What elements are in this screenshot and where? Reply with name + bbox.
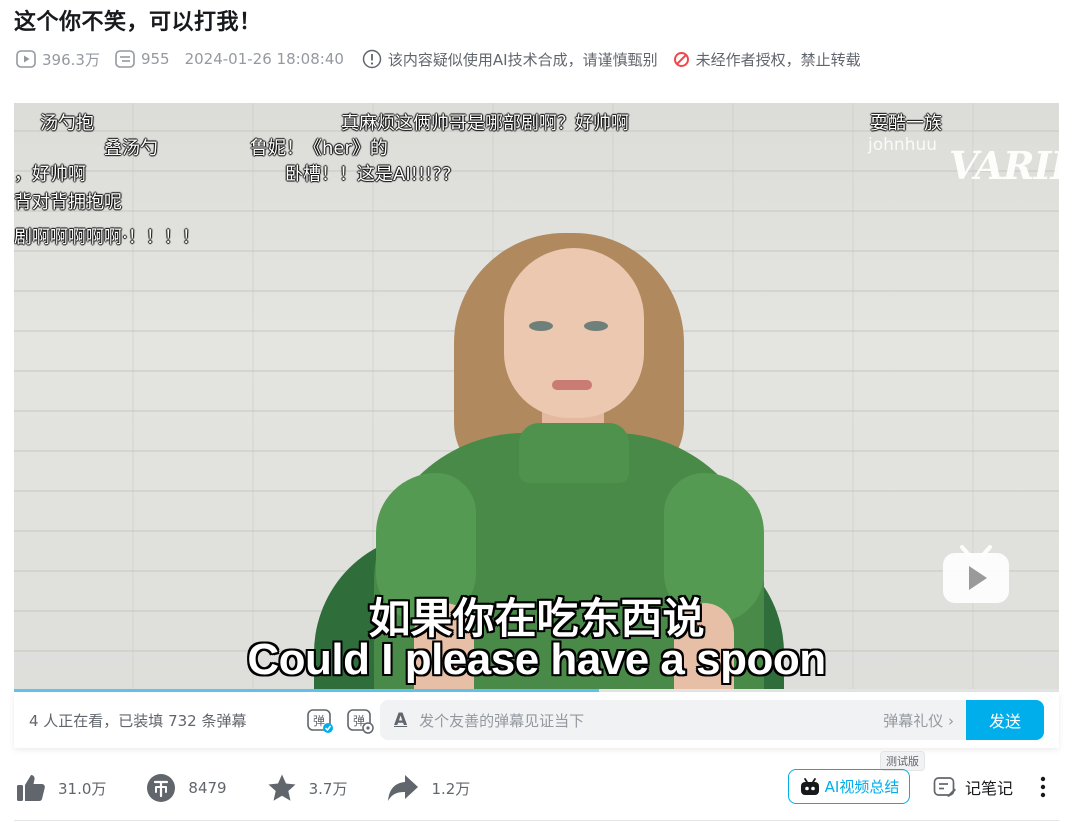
danmaku-count-icon — [115, 50, 135, 68]
ai-robot-icon — [800, 777, 819, 795]
share-button[interactable]: 1.2万 — [387, 774, 470, 802]
danmaku-item: 叠汤勺 — [104, 138, 158, 159]
favorite-button[interactable]: 3.7万 — [267, 773, 348, 803]
video-frame-face — [504, 248, 644, 418]
video-title: 这个你不笑，可以打我！ — [14, 10, 262, 35]
video-frame-eye — [584, 321, 608, 331]
more-options-button[interactable] — [1040, 776, 1046, 798]
coin-button[interactable]: 8479 — [146, 773, 227, 803]
danmaku-item: 卧槽！！这是AI!!!?? — [285, 164, 452, 185]
publish-time: 2024-01-26 18:08:40 — [184, 50, 344, 68]
viewer-count-text: 4 人正在看，已装填 732 条弹幕 — [29, 711, 247, 730]
like-count: 31.0万 — [58, 779, 107, 798]
danmaku-stat: 955 — [115, 50, 170, 68]
video-frame-collar — [519, 423, 629, 483]
danmaku-item: 真麻烦这俩帅哥是哪部剧啊？好帅啊 — [341, 113, 629, 134]
notes-label: 记笔记 — [965, 779, 1014, 798]
danmaku-etiquette-link[interactable]: 弹幕礼仪 › — [883, 710, 954, 731]
copyright-notice-text: 未经作者授权，禁止转载 — [695, 50, 861, 69]
take-notes-button[interactable]: 记笔记 — [933, 775, 1013, 799]
thumbs-up-icon — [17, 775, 45, 801]
section-divider — [14, 820, 1059, 821]
coin-icon — [147, 774, 176, 802]
subtitle-english: Could I please have a spoon — [247, 635, 826, 684]
send-danmaku-button[interactable]: 发送 — [966, 700, 1044, 740]
favorite-count: 3.7万 — [308, 779, 348, 798]
info-icon — [362, 49, 382, 69]
play-count-icon — [16, 50, 36, 68]
danmaku-on-icon: 弹 — [307, 709, 333, 733]
danmaku-settings-icon: 弹 — [347, 709, 374, 734]
like-button[interactable]: 31.0万 — [16, 773, 106, 803]
ai-summary-label: AI视频总结 — [824, 778, 900, 796]
copyright-notice: 未经作者授权，禁止转载 — [673, 49, 861, 70]
views-count: 396.3万 — [42, 50, 100, 69]
forbidden-icon — [673, 51, 689, 67]
beta-badge: 测试版 — [880, 751, 925, 771]
notes-icon — [933, 777, 956, 797]
uploader-watermark: johnhuu — [868, 135, 937, 155]
danmaku-item: 汤勺抱 — [40, 113, 94, 134]
danmaku-style-icon[interactable]: A — [394, 710, 407, 730]
danmaku-input[interactable]: A 发个友善的弹幕见证当下 弹幕礼仪 › — [380, 700, 966, 740]
video-toolbar: 31.0万 8479 3.7万 1.2万 — [16, 768, 510, 808]
danmaku-item: 背对背拥抱呢 — [14, 192, 122, 213]
video-player[interactable]: 汤勺抱 真麻烦这俩帅哥是哪部剧啊？好帅啊 耍酷一族 叠汤勺 鲁妮！《her》的 … — [14, 103, 1059, 690]
svg-text:弹: 弹 — [313, 714, 325, 728]
danmaku-toggle-button[interactable]: 弹 — [305, 705, 335, 735]
danmaku-count: 955 — [140, 50, 170, 68]
danmaku-item: ，好帅啊 — [14, 164, 86, 185]
channel-logo-watermark: VARIE — [949, 143, 1059, 188]
star-icon — [268, 774, 296, 801]
views-stat: 396.3万 — [16, 49, 100, 70]
danmaku-item: 耍酷一族 — [870, 113, 942, 134]
ai-content-notice-text: 该内容疑似使用AI技术合成，请谨慎甄别 — [387, 50, 658, 69]
video-frame-eye — [529, 321, 553, 331]
more-dots-icon — [1040, 776, 1046, 798]
danmaku-input-placeholder: 发个友善的弹幕见证当下 — [419, 711, 585, 730]
danmaku-settings-button[interactable]: 弹 — [345, 705, 375, 735]
video-meta-row: 396.3万 955 2024-01-26 18:08:40 该内容疑似使用AI… — [16, 47, 876, 71]
video-frame-lips — [552, 380, 592, 390]
danmaku-item: 剧啊啊啊啊啊·！！！！ — [14, 227, 200, 248]
coin-count: 8479 — [188, 779, 227, 797]
ai-summary-button[interactable]: AI视频总结 — [788, 769, 910, 804]
danmaku-send-bar: 4 人正在看，已装填 732 条弹幕 弹 弹 A 发个友善的弹幕见证当下 弹幕礼… — [14, 692, 1059, 748]
ai-content-notice: 该内容疑似使用AI技术合成，请谨慎甄别 — [362, 49, 658, 70]
share-arrow-icon — [388, 775, 419, 801]
danmaku-item: 鲁妮！《her》的 — [250, 138, 388, 159]
share-count: 1.2万 — [431, 779, 471, 798]
